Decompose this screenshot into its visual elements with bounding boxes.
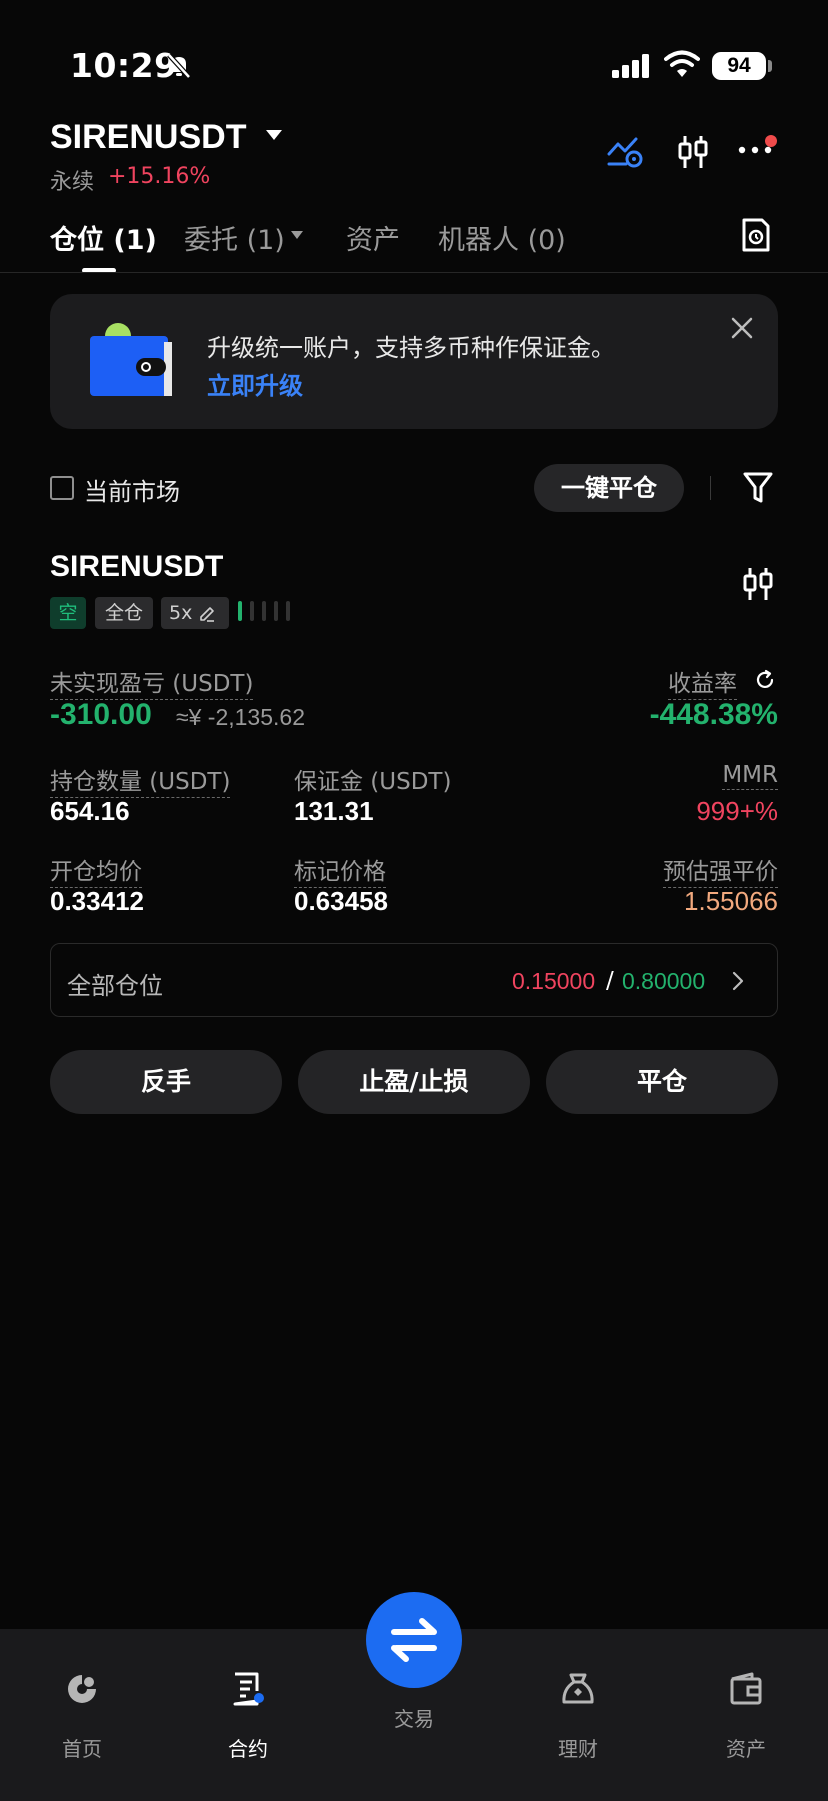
side-badge: 空 xyxy=(50,597,86,629)
filter-icon[interactable] xyxy=(742,470,774,506)
home-icon xyxy=(68,1675,96,1703)
nav-assets-label: 资产 xyxy=(726,1737,766,1761)
all-positions-label: 全部仓位 xyxy=(67,972,163,1000)
entry-price-label[interactable]: 开仓均价 xyxy=(50,852,142,888)
margin-value: 131.31 xyxy=(294,796,374,826)
unrealized-pnl-cny: ≈¥ -2,135.62 xyxy=(176,704,305,730)
risk-bar xyxy=(274,601,278,621)
risk-bar xyxy=(238,601,242,621)
liq-price-label[interactable]: 预估强平价 xyxy=(663,852,778,888)
nav-futures-label: 合约 xyxy=(228,1737,268,1761)
margin-mode-badge: 全仓 xyxy=(95,597,153,629)
nav-earn-label: 理财 xyxy=(558,1737,598,1761)
all-positions-separator: / xyxy=(606,968,614,994)
leverage-value: 5x xyxy=(169,602,193,624)
tab-assets[interactable]: 资产 xyxy=(346,218,400,257)
futures-icon xyxy=(233,1672,264,1706)
more-icon[interactable] xyxy=(738,146,772,154)
tp-sl-button[interactable]: 止盈/止损 xyxy=(298,1050,530,1114)
nav-home-label: 首页 xyxy=(62,1737,102,1761)
entry-price-value: 0.33412 xyxy=(50,886,144,916)
reverse-position-button[interactable]: 反手 xyxy=(50,1050,282,1114)
candlestick-icon[interactable] xyxy=(741,566,775,602)
roe-label[interactable]: 收益率 xyxy=(668,664,737,700)
mmr-value: 999+% xyxy=(696,796,778,826)
mark-price-value: 0.63458 xyxy=(294,886,388,916)
nav-trade-label: 交易 xyxy=(394,1707,434,1731)
position-size-label[interactable]: 持仓数量 (USDT) xyxy=(50,762,231,798)
chevron-down-icon[interactable] xyxy=(291,231,303,239)
candlestick-icon[interactable] xyxy=(676,134,710,170)
chevron-right-icon xyxy=(732,971,744,991)
mmr-label[interactable]: MMR xyxy=(722,762,778,790)
risk-bar xyxy=(262,601,266,621)
current-market-checkbox[interactable] xyxy=(50,476,74,500)
position-size-value: 654.16 xyxy=(50,796,130,826)
all-positions-short-value: 0.15000 xyxy=(512,968,596,994)
status-time: 10:29 xyxy=(70,46,178,85)
wallet-icon xyxy=(730,1672,762,1705)
mark-price-label[interactable]: 标记价格 xyxy=(294,852,386,888)
roe-value: -448.38% xyxy=(649,698,778,731)
current-market-label[interactable]: 当前市场 xyxy=(84,472,180,507)
close-icon[interactable] xyxy=(730,316,754,340)
wifi-icon xyxy=(664,50,700,77)
tab-positions[interactable]: 仓位 (1) xyxy=(50,218,157,257)
battery-tip xyxy=(768,60,772,72)
close-all-button[interactable]: 一键平仓 xyxy=(534,464,684,512)
swap-icon xyxy=(391,1618,437,1662)
divider xyxy=(710,476,711,500)
upgrade-now-link[interactable]: 立即升级 xyxy=(207,366,303,401)
position-symbol[interactable]: SIRENUSDT xyxy=(50,550,223,584)
upgrade-banner[interactable]: 升级统一账户，支持多币种作保证金。 立即升级 xyxy=(50,294,778,429)
status-bar: 10:29 94 xyxy=(0,0,828,110)
contract-type: 永续 xyxy=(50,170,95,195)
trend-analysis-icon[interactable] xyxy=(606,134,644,168)
order-history-icon[interactable] xyxy=(741,217,771,253)
banner-text: 升级统一账户，支持多币种作保证金。 xyxy=(207,334,615,362)
edit-icon[interactable] xyxy=(198,605,216,623)
wallet-icon xyxy=(90,323,172,396)
notification-dot xyxy=(765,135,777,147)
leverage-badge[interactable]: 5x xyxy=(161,597,229,629)
margin-label: 保证金 (USDT) xyxy=(294,769,452,795)
tab-bots[interactable]: 机器人 (0) xyxy=(438,218,566,257)
symbol-selector[interactable]: SIRENUSDT xyxy=(50,118,246,157)
trade-button[interactable] xyxy=(366,1592,462,1688)
unrealized-pnl-label[interactable]: 未实现盈亏 (USDT) xyxy=(50,664,254,700)
earn-icon xyxy=(562,1673,594,1704)
signal-icon xyxy=(612,54,649,78)
refresh-icon[interactable] xyxy=(754,669,776,691)
liq-price-value: 1.55066 xyxy=(684,886,778,916)
bell-muted-icon xyxy=(167,53,191,79)
all-positions-long-value: 0.80000 xyxy=(622,968,706,994)
all-positions-row[interactable]: 全部仓位 0.15000 / 0.80000 xyxy=(50,943,778,1017)
close-position-button[interactable]: 平仓 xyxy=(546,1050,778,1114)
tab-orders[interactable]: 委托 (1) xyxy=(184,218,285,257)
risk-bar xyxy=(250,601,254,621)
unrealized-pnl-value: -310.00 xyxy=(50,698,152,731)
caret-down-icon[interactable] xyxy=(266,130,282,140)
tab-divider xyxy=(0,272,828,273)
battery-indicator: 94 xyxy=(712,52,766,80)
risk-bar xyxy=(286,601,290,621)
price-change: +15.16% xyxy=(108,164,211,189)
